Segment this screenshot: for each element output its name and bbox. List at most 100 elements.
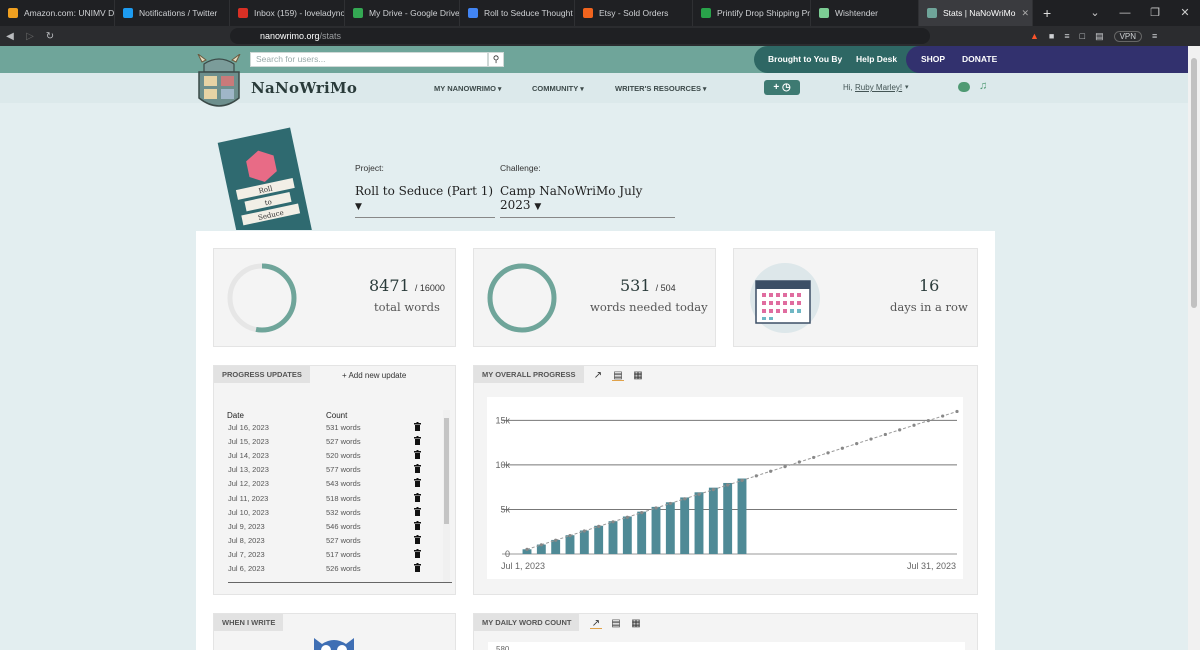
target-point [783,465,787,469]
back-icon[interactable]: ◀ [0,31,20,42]
donate-link[interactable]: DONATE [962,46,997,73]
help-desk-link[interactable]: Help Desk [856,46,897,73]
close-tab-icon[interactable]: ✕ [1021,8,1029,19]
challenge-label: Challenge: [500,163,541,173]
nanowrimo-logo[interactable] [196,54,242,114]
trash-icon[interactable] [414,464,421,474]
daily-chart-partial-tick: 580 [496,645,510,650]
overall-progress-title: MY OVERALL PROGRESS [474,366,584,383]
updates-scrollbar[interactable] [443,410,450,582]
words-needed-ring [487,263,557,333]
tab-list-icon[interactable]: ⌄ [1080,0,1110,26]
browser-tab[interactable]: My Drive - Google Drive [345,0,460,26]
user-name[interactable]: Ruby Marley! [855,83,902,92]
playlist-icon[interactable]: ≡ [1064,31,1069,41]
trash-icon[interactable] [414,534,421,544]
update-date: Jul 13, 2023 [228,465,269,475]
y-tick-label: 0 [505,549,510,559]
browser-tab[interactable]: Wishtender [811,0,919,26]
browser-tab[interactable]: Etsy - Sold Orders [575,0,693,26]
trash-icon[interactable] [414,506,421,516]
close-window-icon[interactable]: ✕ [1170,0,1200,26]
target-point [869,437,873,441]
trash-icon[interactable] [414,422,421,431]
target-point [855,442,859,446]
tab-favicon-icon [238,8,248,18]
daily-word-count-title: MY DAILY WORD COUNT [474,614,580,631]
site-brand[interactable]: NaNoWriMo [251,79,357,97]
tab-title: Etsy - Sold Orders [599,8,669,18]
challenge-select[interactable]: Camp NaNoWriMo July 2023 ▼ [500,184,675,218]
browser-tab[interactable]: Notifications / Twitter [115,0,230,26]
trash-icon[interactable] [414,548,421,558]
browser-toolbar: ◀ ▷ ↻ nanowrimo.org/stats ▲ ■ ≡ □ ▤ VPN … [0,26,1200,46]
tab-favicon-icon [353,8,363,18]
puzzle-icon[interactable]: ■ [1049,31,1054,41]
trash-icon[interactable] [414,450,421,460]
target-point [955,409,959,414]
trash-icon[interactable] [414,563,421,572]
daily-table-view-icon[interactable]: ▦ [630,618,642,629]
page-scrollbar[interactable] [1188,46,1200,650]
address-bar[interactable]: nanowrimo.org/stats [230,28,930,44]
trash-icon[interactable] [414,436,421,446]
target-point [525,547,529,552]
y-tick-label: 10k [495,460,510,470]
nav-writers-resources[interactable]: WRITER'S RESOURCES [615,84,706,93]
search-icon[interactable]: ⚲ [488,52,504,67]
user-greeting[interactable]: Hi, Ruby Marley! [843,83,902,92]
update-date: Jul 6, 2023 [228,564,265,573]
browser-tab[interactable]: Amazon.com: UNIMV Dino [0,0,115,26]
nav-my-nanowrimo[interactable]: MY NANOWRIMO [434,84,501,93]
target-point [668,501,672,506]
project-select[interactable]: Roll to Seduce (Part 1) ▼ [355,184,495,218]
maximize-icon[interactable]: ❐ [1140,0,1170,26]
target-point [726,483,730,487]
new-tab-icon[interactable]: + [1033,5,1061,21]
target-point [640,511,644,515]
vpn-button[interactable]: VPN [1113,30,1143,42]
target-point [769,469,773,473]
line-chart-icon[interactable]: ↗ [592,370,604,381]
trash-icon[interactable] [414,478,421,488]
menu-icon[interactable]: ≡ [1152,31,1157,41]
shop-link[interactable]: SHOP [921,46,945,73]
browser-tab[interactable]: Stats | NaNoWriMo ✕ [919,0,1033,26]
sidebar-icon[interactable]: □ [1080,31,1085,41]
trash-icon[interactable] [414,492,421,502]
browser-tab[interactable]: Roll to Seduce Thought Du [460,0,575,26]
tab-title: Roll to Seduce Thought Du [484,8,574,18]
chat-icon[interactable] [958,82,970,92]
tab-title: Stats | NaNoWriMo [943,8,1016,18]
page-scroll-thumb[interactable] [1191,58,1197,308]
progress-bar [723,482,733,554]
daily-line-chart-icon[interactable]: ↗ [590,618,602,629]
total-words-stat: 8471 / 16000 total words [213,248,456,347]
trash-icon[interactable] [414,520,421,530]
minimize-icon[interactable]: — [1110,0,1140,26]
nav-community[interactable]: COMMUNITY [532,84,584,93]
add-update-button[interactable]: + ◷ [764,80,800,95]
update-row: Jul 10, 2023 532 words [228,506,428,522]
brought-to-you-link[interactable]: Brought to You By [768,46,842,73]
bar-chart-icon[interactable]: ▤ [612,370,624,381]
bell-icon[interactable]: ♫ [979,80,987,92]
add-new-update-link[interactable]: + Add new update [342,371,406,380]
forward-icon[interactable]: ▷ [20,31,40,42]
daily-bar-chart-icon[interactable]: ▤ [610,618,622,629]
table-view-icon[interactable]: ▦ [632,370,644,381]
brave-shield-icon[interactable]: ▲ [1030,31,1039,41]
reload-icon[interactable]: ↻ [40,31,60,42]
x-end-label: Jul 31, 2023 [907,561,956,571]
browser-tab[interactable]: Inbox (159) - loveladynovel [230,0,345,26]
tab-title: Notifications / Twitter [139,8,218,18]
wallet-icon[interactable]: ▤ [1095,31,1104,42]
progress-bar [637,511,647,554]
update-count: 527 words [326,437,361,447]
browser-tab[interactable]: Printify Drop Shipping Print [693,0,811,26]
update-date: Jul 14, 2023 [228,451,269,461]
updates-scroll-thumb[interactable] [444,418,449,524]
search-input[interactable]: Search for users... [250,52,488,67]
target-point [711,488,715,492]
user-menu-caret-icon[interactable]: ▾ [905,83,909,91]
